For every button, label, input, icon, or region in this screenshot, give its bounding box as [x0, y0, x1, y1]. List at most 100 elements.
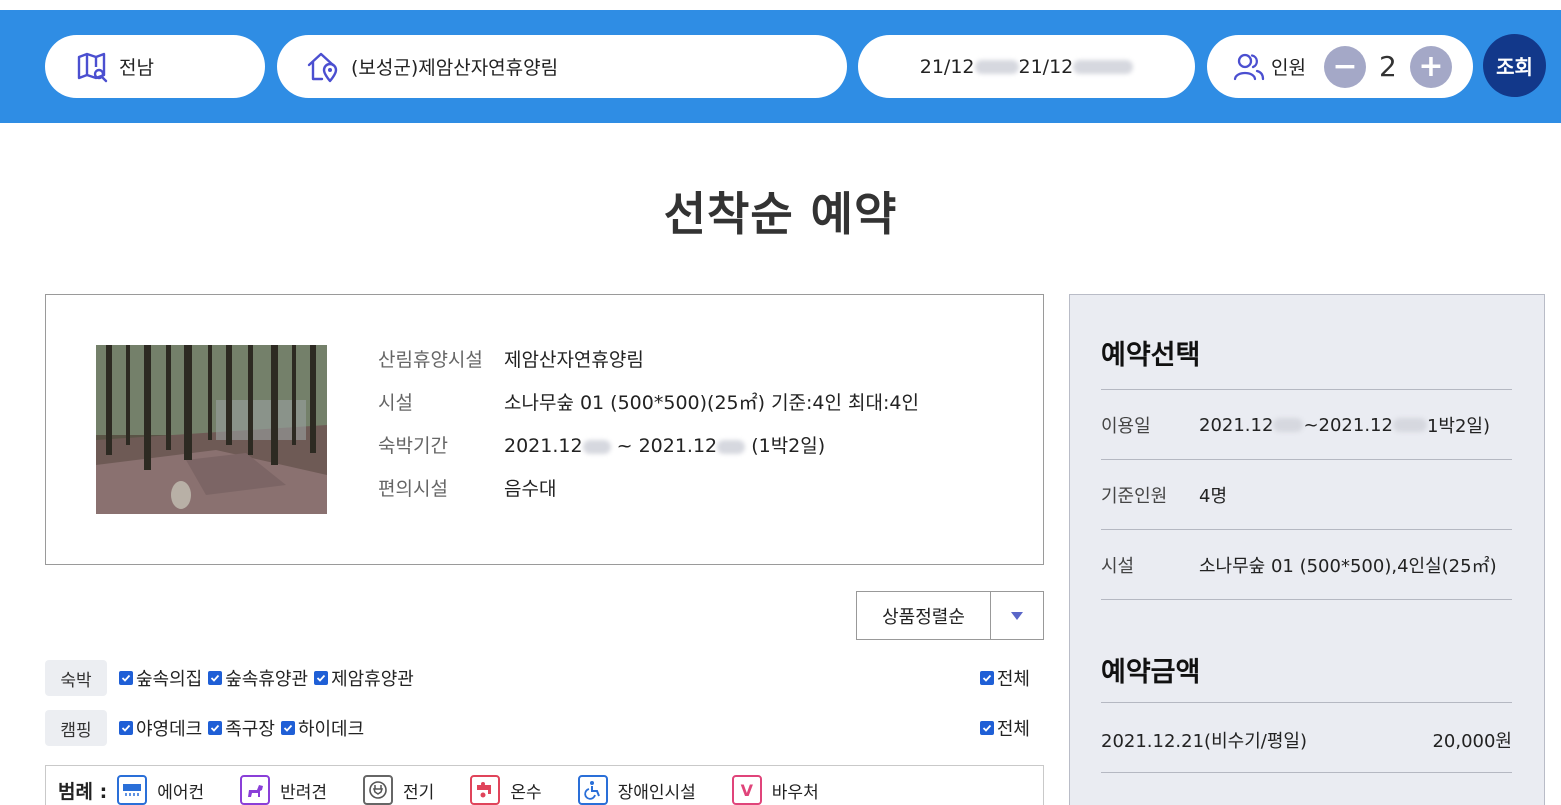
stay-end-redacted [717, 439, 746, 454]
facility-info-card: 산림휴양시설 제암산자연휴양림 시설 소나무숲 01 (500*500)(25㎡… [45, 294, 1044, 565]
legend-item: 에어컨 [117, 775, 204, 805]
info-label: 산림휴양시설 [378, 349, 483, 371]
filter-checkbox[interactable]: 숲속의집 [119, 665, 202, 691]
filter-row-lodging: 숙박 숲속의집 숲속휴양관 제암휴양관 전체 [45, 660, 1044, 696]
checkbox-checked-icon [208, 671, 223, 685]
divider [1101, 702, 1512, 703]
stay-end: ~ 2021.12 [610, 435, 718, 457]
filter-tag: 캠핑 [45, 710, 107, 746]
voucher-icon: V [731, 775, 762, 805]
facility-label: 시설 [1101, 556, 1135, 577]
place-label: (보성군)제암산자연휴양림 [351, 57, 559, 79]
facility-row: 시설 소나무숲 01 (500*500),4인실(25㎡) [1101, 547, 1512, 583]
divider [1101, 389, 1512, 390]
date-end-redacted [1073, 59, 1134, 74]
info-value: 음수대 [504, 478, 557, 500]
divider [1101, 459, 1512, 460]
checkbox-checked-icon [979, 721, 994, 735]
checkbox-checked-icon [119, 721, 133, 735]
page-title: 선착순 예약 [663, 187, 898, 241]
divider [1101, 529, 1512, 530]
info-label: 시설 [378, 392, 413, 414]
info-label: 숙박기간 [378, 435, 448, 457]
checkbox-checked-icon [979, 671, 994, 685]
use-date-nights: 1박2일) [1426, 416, 1491, 437]
amount-date: 2021.12.21(비수기/평일) [1101, 731, 1307, 752]
filter-checkbox[interactable]: 제암휴양관 [314, 665, 414, 691]
date-start-redacted [974, 59, 1019, 74]
search-bar: 전남 (보성군)제암산자연휴양림 21/12 21/12 인원 − 2 + 조회 [0, 10, 1561, 123]
legend-title: 범례 : [58, 780, 108, 803]
filter-row-camping: 캠핑 야영데크 족구장 하이데크 전체 [45, 710, 1044, 746]
filter-checkbox[interactable]: 야영데크 [119, 715, 202, 741]
date-range-selector[interactable]: 21/12 21/12 [858, 35, 1195, 98]
reservation-summary-panel: 예약선택 이용일 2021.12 ~2021.12 1박2일) 기준인원 4명 시설… [1069, 294, 1545, 805]
info-row-stay-period: 숙박기간 2021.12 ~ 2021.12 (1박2일) [378, 431, 825, 458]
amount-value: 20,000원 [1432, 731, 1512, 752]
people-count: 2 [1379, 50, 1397, 83]
base-people-label: 기준인원 [1101, 486, 1168, 507]
checkbox-checked-icon [314, 671, 329, 685]
legend: 범례 : 에어컨 반려견 전기 온수 장애인시설 V 바우처 [45, 765, 1044, 805]
people-selector: 인원 − 2 + [1207, 35, 1473, 98]
filter-checkbox[interactable]: 족구장 [208, 715, 275, 741]
use-date-end: ~2021.12 [1303, 414, 1393, 436]
filter-tag: 숙박 [45, 660, 107, 696]
base-people-value: 4명 [1199, 486, 1228, 507]
increase-people-button[interactable]: + [1409, 45, 1452, 88]
plug-icon [363, 775, 394, 805]
reservation-select-title: 예약선택 [1101, 340, 1201, 371]
filter-checkbox[interactable]: 하이데크 [280, 715, 364, 741]
home-location-icon [305, 50, 341, 84]
decrease-people-button[interactable]: − [1323, 45, 1366, 88]
info-value: 제암산자연휴양림 [504, 349, 644, 371]
hot-water-icon [470, 775, 501, 805]
divider [1101, 772, 1512, 773]
wheelchair-icon [577, 775, 608, 805]
sort-label: 상품정렬순 [857, 592, 991, 639]
use-date-start-redacted [1273, 418, 1304, 432]
people-label: 인원 [1271, 57, 1306, 79]
amount-row: 2021.12.21(비수기/평일) 20,000원 [1101, 722, 1512, 758]
filter-select-all-checkbox[interactable]: 전체 [979, 665, 1030, 691]
checkbox-checked-icon [280, 721, 295, 735]
base-people-row: 기준인원 4명 [1101, 477, 1512, 513]
legend-item: 전기 [363, 775, 434, 805]
place-selector[interactable]: (보성군)제암산자연휴양림 [277, 35, 847, 98]
facility-photo [96, 345, 327, 514]
filter-checkbox[interactable]: 숲속휴양관 [208, 665, 308, 691]
search-button[interactable]: 조회 [1483, 34, 1546, 97]
stay-start-redacted [582, 439, 611, 454]
info-value: 소나무숲 01 (500*500)(25㎡) 기준:4인 최대:4인 [504, 392, 919, 414]
caret-down-icon [991, 592, 1043, 639]
filter-select-all-checkbox[interactable]: 전체 [979, 715, 1030, 741]
use-date-label: 이용일 [1101, 416, 1151, 437]
region-selector[interactable]: 전남 [45, 35, 265, 98]
air-conditioner-icon [117, 775, 148, 805]
facility-value: 소나무숲 01 (500*500),4인실(25㎡) [1199, 556, 1497, 577]
info-label: 편의시설 [378, 478, 448, 500]
reservation-amount-title: 예약금액 [1101, 657, 1201, 688]
use-date-start: 2021.12 [1199, 414, 1274, 436]
checkbox-checked-icon [119, 671, 133, 685]
info-row-amenities: 편의시설 음수대 [378, 474, 556, 501]
sort-dropdown[interactable]: 상품정렬순 [856, 591, 1044, 640]
stay-nights: (1박2일) [745, 435, 826, 457]
date-start: 21/12 [919, 55, 975, 78]
users-icon [1233, 52, 1265, 82]
stay-start: 2021.12 [504, 435, 583, 457]
use-date-end-redacted [1392, 418, 1427, 432]
map-icon [75, 50, 109, 84]
region-label: 전남 [119, 57, 154, 79]
legend-item: V 바우처 [731, 775, 819, 805]
date-end: 21/12 [1018, 55, 1074, 78]
use-date-row: 이용일 2021.12 ~2021.12 1박2일) [1101, 407, 1512, 443]
divider [1101, 599, 1512, 600]
legend-item: 장애인시설 [577, 775, 696, 805]
legend-item: 반려견 [240, 775, 327, 805]
info-row-site: 시설 소나무숲 01 (500*500)(25㎡) 기준:4인 최대:4인 [378, 388, 919, 415]
checkbox-checked-icon [208, 721, 223, 735]
legend-item: 온수 [470, 775, 542, 805]
dog-icon [240, 775, 271, 805]
info-row-facility-name: 산림휴양시설 제암산자연휴양림 [378, 345, 644, 372]
